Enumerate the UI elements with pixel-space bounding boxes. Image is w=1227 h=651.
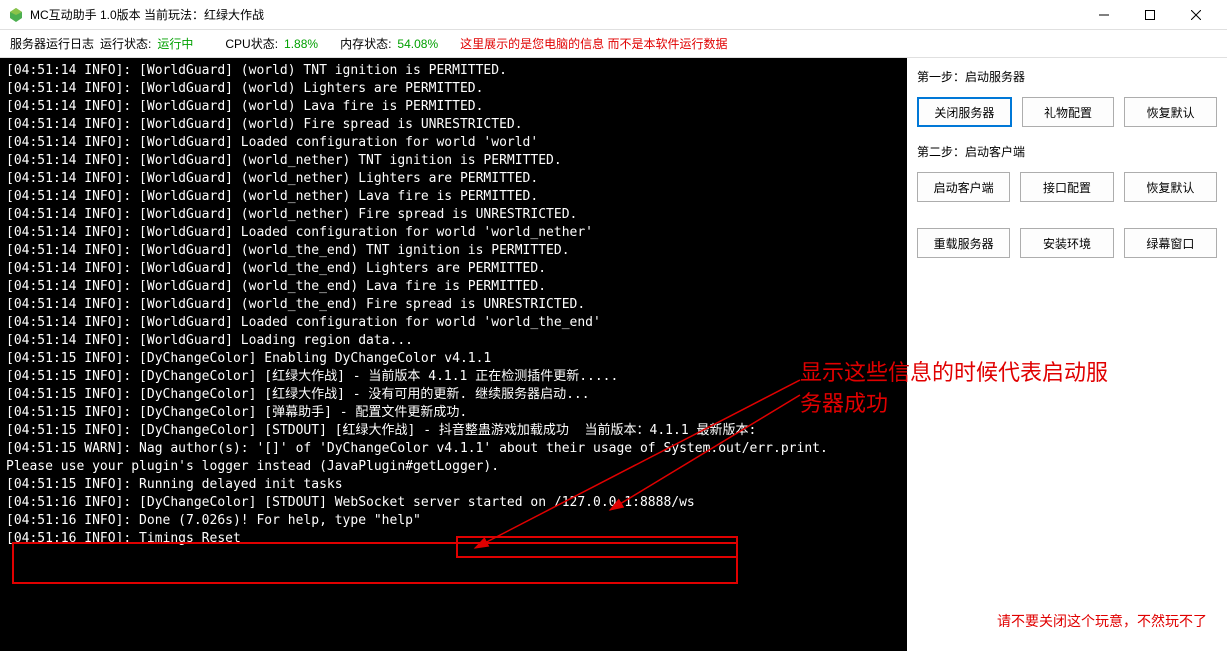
app-icon <box>8 7 24 23</box>
step1-label: 第一步：启动服务器 <box>917 68 1217 85</box>
green-screen-button[interactable]: 绿幕窗口 <box>1124 228 1217 258</box>
log-line: [04:51:16 INFO]: [DyChangeColor] [STDOUT… <box>6 494 901 512</box>
status-bar: 服务器运行日志 运行状态: 运行中 CPU状态: 1.88% 内存状态: 54.… <box>0 30 1227 58</box>
log-line: [04:51:14 INFO]: [WorldGuard] (world_the… <box>6 278 901 296</box>
log-title-label: 服务器运行日志 <box>10 35 94 52</box>
log-line: [04:51:14 INFO]: [WorldGuard] Loaded con… <box>6 314 901 332</box>
log-line: [04:51:15 INFO]: [DyChangeColor] [弹幕助手] … <box>6 404 901 422</box>
cpu-value: 1.88% <box>284 37 318 51</box>
log-line: [04:51:14 INFO]: [WorldGuard] (world_net… <box>6 206 901 224</box>
mem-label: 内存状态: <box>340 35 391 52</box>
log-line: [04:51:16 INFO]: Done (7.026s)! For help… <box>6 512 901 530</box>
log-line: [04:51:14 INFO]: [WorldGuard] (world_net… <box>6 152 901 170</box>
log-line: [04:51:14 INFO]: [WorldGuard] Loading re… <box>6 332 901 350</box>
log-line: [04:51:14 INFO]: [WorldGuard] (world_net… <box>6 188 901 206</box>
mem-value: 54.08% <box>397 37 438 51</box>
gift-config-button[interactable]: 礼物配置 <box>1022 97 1115 127</box>
log-line: [04:51:15 INFO]: [DyChangeColor] Enablin… <box>6 350 901 368</box>
log-line: [04:51:14 INFO]: [WorldGuard] (world) La… <box>6 98 901 116</box>
api-config-button[interactable]: 接口配置 <box>1020 172 1113 202</box>
log-line: [04:51:14 INFO]: [WorldGuard] (world_the… <box>6 242 901 260</box>
reload-server-button[interactable]: 重载服务器 <box>917 228 1010 258</box>
log-line: [04:51:14 INFO]: [WorldGuard] (world_the… <box>6 296 901 314</box>
log-line: [04:51:16 INFO]: Timings Reset <box>6 530 901 548</box>
step2-label: 第二步：启动客户端 <box>917 143 1217 160</box>
close-server-button[interactable]: 关闭服务器 <box>917 97 1012 127</box>
log-line: [04:51:15 INFO]: Running delayed init ta… <box>6 476 901 494</box>
minimize-button[interactable] <box>1081 0 1127 30</box>
cpu-label: CPU状态: <box>225 35 278 52</box>
log-line: [04:51:14 INFO]: [WorldGuard] (world_the… <box>6 260 901 278</box>
log-line: Please use your plugin's logger instead … <box>6 458 901 476</box>
log-line: [04:51:15 INFO]: [DyChangeColor] [红绿大作战]… <box>6 386 901 404</box>
close-button[interactable] <box>1173 0 1219 30</box>
sidebar-panel: 第一步：启动服务器 关闭服务器 礼物配置 恢复默认 第二步：启动客户端 启动客户… <box>907 58 1227 651</box>
restore-default-button-1[interactable]: 恢复默认 <box>1124 97 1217 127</box>
restore-default-button-2[interactable]: 恢复默认 <box>1124 172 1217 202</box>
log-line: [04:51:14 INFO]: [WorldGuard] (world_net… <box>6 170 901 188</box>
log-line: [04:51:14 INFO]: [WorldGuard] (world) Li… <box>6 80 901 98</box>
log-line: [04:51:14 INFO]: [WorldGuard] (world) Fi… <box>6 116 901 134</box>
start-client-button[interactable]: 启动客户端 <box>917 172 1010 202</box>
bottom-warning-text: 请不要关闭这个玩意，不然玩不了 <box>997 611 1207 631</box>
log-line: [04:51:15 WARN]: Nag author(s): '[]' of … <box>6 440 901 458</box>
console-log[interactable]: [04:51:14 INFO]: [WorldGuard] (world) TN… <box>0 58 907 651</box>
log-line: [04:51:15 INFO]: [DyChangeColor] [STDOUT… <box>6 422 901 440</box>
titlebar: MC互动助手 1.0版本 当前玩法：红绿大作战 <box>0 0 1227 30</box>
run-state-value: 运行中 <box>157 35 193 52</box>
log-line: [04:51:14 INFO]: [WorldGuard] Loaded con… <box>6 224 901 242</box>
maximize-button[interactable] <box>1127 0 1173 30</box>
install-env-button[interactable]: 安装环境 <box>1020 228 1113 258</box>
window-title: MC互动助手 1.0版本 当前玩法：红绿大作战 <box>30 6 1081 23</box>
status-notice: 这里展示的是您电脑的信息 而不是本软件运行数据 <box>460 35 727 52</box>
log-line: [04:51:14 INFO]: [WorldGuard] Loaded con… <box>6 134 901 152</box>
log-line: [04:51:14 INFO]: [WorldGuard] (world) TN… <box>6 62 901 80</box>
run-state-label: 运行状态: <box>100 35 151 52</box>
log-line: [04:51:15 INFO]: [DyChangeColor] [红绿大作战]… <box>6 368 901 386</box>
